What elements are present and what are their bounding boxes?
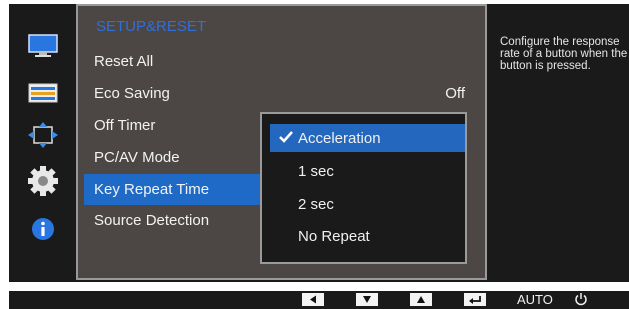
menu-item-reset-all[interactable]: Reset All (84, 46, 479, 77)
option-acceleration[interactable]: Acceleration (270, 124, 465, 152)
enter-icon (469, 295, 481, 304)
down-button[interactable] (356, 293, 378, 306)
menu-item-key-repeat-time[interactable]: Key Repeat Time (84, 174, 274, 205)
key-repeat-time-dropdown: Acceleration 1 sec 2 sec No Repeat (260, 112, 467, 264)
option-label: 1 sec (298, 162, 334, 180)
down-arrow-icon (363, 296, 371, 303)
left-button[interactable] (302, 293, 324, 306)
sidebar-item-size-position[interactable] (9, 116, 76, 154)
option-2-sec[interactable]: 2 sec (270, 190, 465, 218)
option-1-sec[interactable]: 1 sec (270, 157, 465, 185)
left-arrow-icon (310, 295, 316, 304)
option-label: 2 sec (298, 195, 334, 213)
menu-item-value: Off (445, 85, 465, 102)
power-icon[interactable] (574, 292, 588, 306)
help-text: Configure the response rate of a button … (500, 36, 628, 72)
auto-button[interactable]: AUTO (517, 290, 553, 309)
info-icon (31, 218, 54, 240)
position-arrows-icon (27, 122, 58, 148)
menu-item-label: Source Detection (94, 212, 210, 229)
picture-icon (28, 83, 57, 103)
menu-item-label: PC/AV Mode (94, 149, 180, 166)
option-no-repeat[interactable]: No Repeat (270, 222, 465, 250)
menu-item-label: Off Timer (94, 117, 156, 134)
sidebar-item-setup[interactable] (9, 162, 76, 200)
enter-button[interactable] (464, 293, 486, 306)
check-icon (279, 131, 293, 143)
sidebar-item-information[interactable] (9, 210, 76, 248)
sidebar-item-color[interactable] (9, 74, 76, 112)
category-sidebar (9, 4, 76, 282)
sidebar-item-picture[interactable] (9, 27, 76, 65)
menu-item-label: Key Repeat Time (94, 181, 210, 198)
option-label: Acceleration (298, 129, 381, 147)
option-label: No Repeat (298, 227, 370, 245)
menu-item-label: Eco Saving (94, 85, 170, 102)
gear-icon (27, 166, 58, 196)
up-arrow-icon (417, 296, 425, 303)
menu-item-label: Reset All (94, 53, 154, 70)
monitor-icon (27, 34, 58, 57)
menu-title: SETUP&RESET (96, 18, 207, 35)
menu-item-eco-saving[interactable]: Eco Saving Off (84, 78, 479, 109)
up-button[interactable] (410, 293, 432, 306)
